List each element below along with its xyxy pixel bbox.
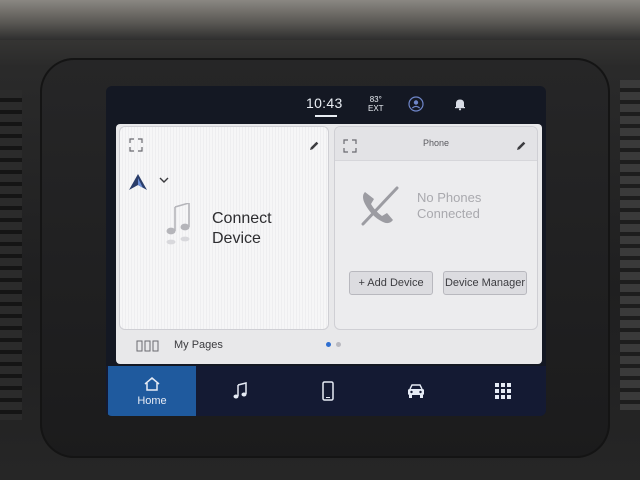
my-pages-icon[interactable] bbox=[136, 339, 160, 353]
phone-icon bbox=[322, 381, 334, 401]
nav-home[interactable]: Home bbox=[108, 366, 196, 416]
music-note-icon bbox=[166, 203, 190, 245]
android-auto-icon[interactable] bbox=[128, 173, 148, 191]
infotainment-screen: 10:43 83° EXT Connect Device Phone No Ph… bbox=[106, 86, 546, 416]
connect-line-1: Connect bbox=[212, 210, 272, 227]
temperature-value: 83° bbox=[369, 95, 382, 104]
phone-card-title: Phone bbox=[422, 138, 450, 148]
nav-media[interactable] bbox=[196, 366, 284, 416]
add-device-button[interactable]: + Add Device bbox=[349, 271, 433, 295]
profile-icon[interactable] bbox=[408, 96, 424, 112]
bottom-nav: Home bbox=[106, 366, 546, 416]
clock-underline bbox=[315, 115, 337, 117]
phone-disconnected-icon bbox=[361, 186, 399, 226]
air-vent-right bbox=[620, 80, 640, 410]
edit-icon[interactable] bbox=[308, 140, 320, 152]
edit-icon[interactable] bbox=[515, 140, 527, 152]
clock[interactable]: 10:43 bbox=[306, 95, 343, 111]
page-indicator-active[interactable] bbox=[326, 342, 331, 347]
nav-home-label: Home bbox=[137, 394, 167, 407]
nav-apps[interactable] bbox=[460, 366, 546, 416]
connect-line-2: Device bbox=[212, 230, 261, 247]
media-card[interactable]: Connect Device bbox=[119, 126, 329, 330]
home-content: Connect Device Phone No Phones Connected… bbox=[116, 124, 542, 364]
apps-icon bbox=[495, 383, 511, 399]
home-icon bbox=[144, 376, 160, 391]
page-indicator[interactable] bbox=[336, 342, 341, 347]
bell-icon[interactable] bbox=[452, 96, 468, 112]
media-icon bbox=[233, 382, 247, 399]
connect-device-text: Connect Device bbox=[212, 209, 272, 249]
outside-temperature: 83° EXT bbox=[368, 95, 384, 113]
my-pages-label[interactable]: My Pages bbox=[174, 339, 223, 351]
nav-vehicle[interactable] bbox=[372, 366, 460, 416]
no-phones-text: No Phones Connected bbox=[417, 190, 481, 222]
phone-card[interactable]: Phone No Phones Connected + Add Device D… bbox=[334, 126, 538, 330]
chevron-down-icon[interactable] bbox=[159, 176, 169, 184]
no-phones-line-1: No Phones bbox=[417, 190, 482, 205]
nav-phone[interactable] bbox=[284, 366, 372, 416]
dashboard-top bbox=[0, 0, 640, 40]
expand-icon[interactable] bbox=[129, 138, 143, 152]
vehicle-icon bbox=[408, 384, 424, 398]
temperature-label: EXT bbox=[368, 104, 384, 113]
device-manager-button[interactable]: Device Manager bbox=[443, 271, 527, 295]
status-bar: 10:43 83° EXT bbox=[106, 86, 546, 122]
air-vent-left bbox=[0, 90, 22, 420]
no-phones-line-2: Connected bbox=[417, 206, 480, 221]
